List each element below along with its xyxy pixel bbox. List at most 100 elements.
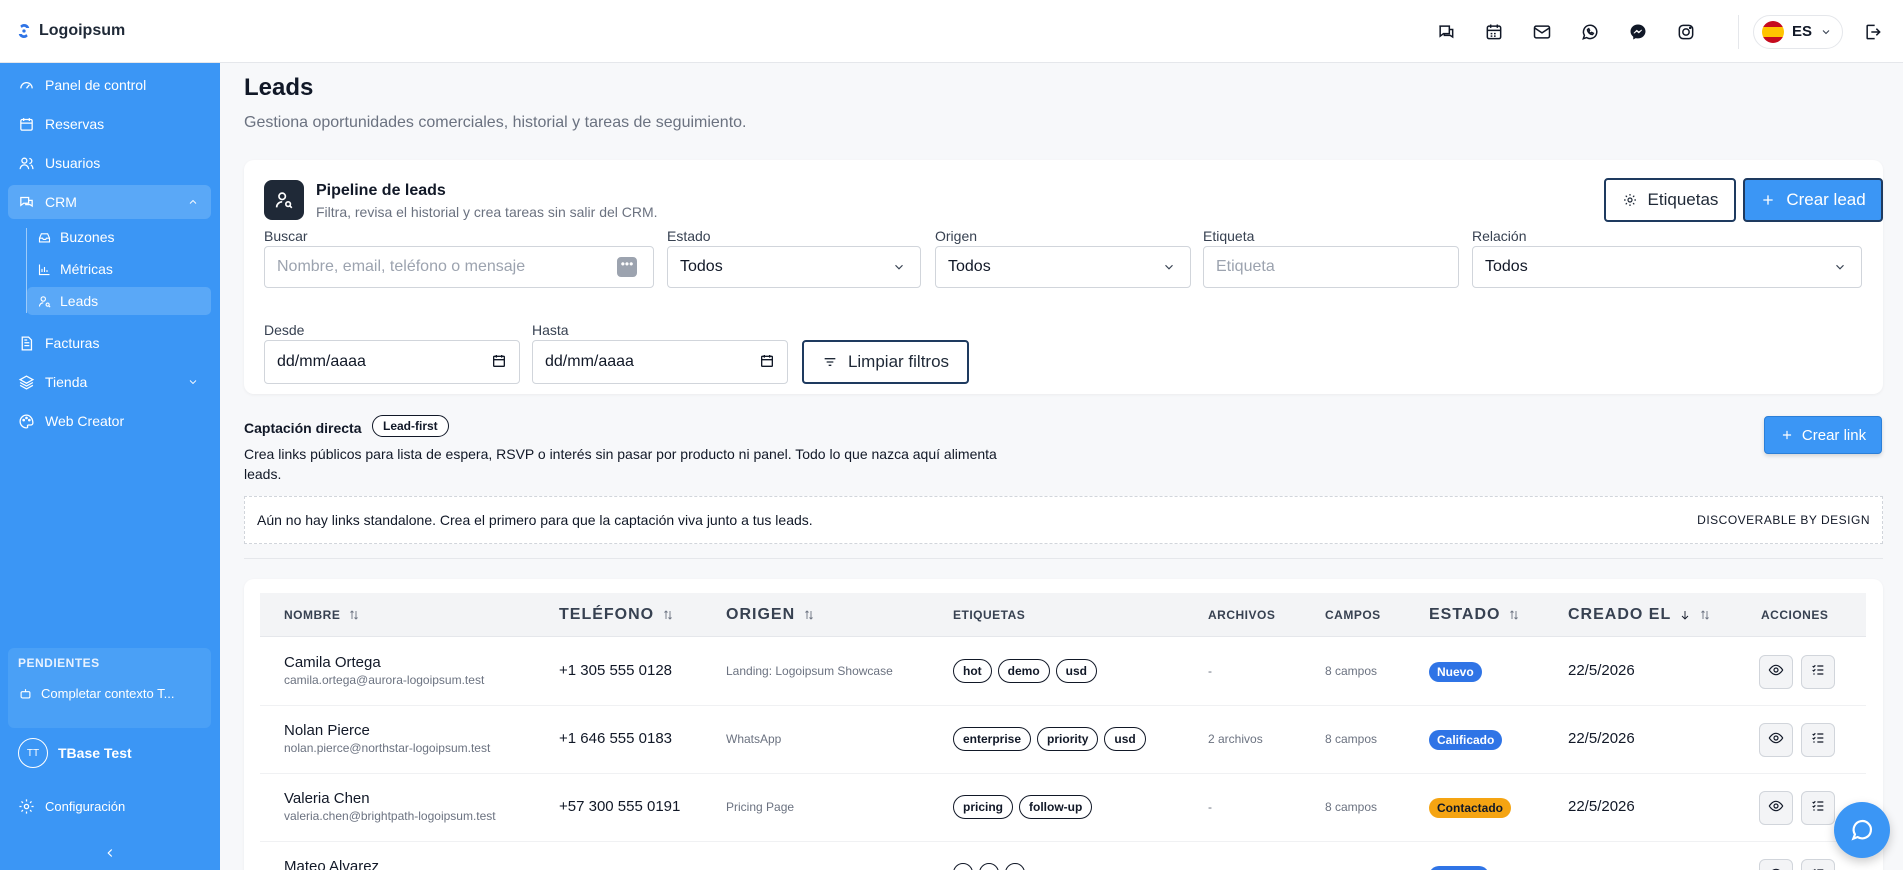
header-label: ARCHIVOS <box>1208 608 1276 622</box>
header-label: ACCIONES <box>1761 608 1829 622</box>
view-lead-button[interactable] <box>1759 655 1793 689</box>
whatsapp-icon[interactable] <box>1566 12 1614 52</box>
lead-name: Mateo Alvarez <box>284 858 380 870</box>
palette-icon <box>19 413 34 429</box>
pending-task-item[interactable]: Completar contexto T... <box>18 686 174 701</box>
collapse-sidebar-button[interactable] <box>100 843 120 863</box>
hasta-label: Hasta <box>532 322 569 338</box>
lead-name: Nolan Pierce <box>284 722 370 739</box>
tag-badge: hot <box>953 659 992 683</box>
tasks-lead-button[interactable] <box>1801 723 1835 757</box>
page-subtitle: Gestiona oportunidades comerciales, hist… <box>244 114 747 131</box>
table-row[interactable]: Mateo Alvarez <box>260 842 1866 870</box>
lead-email: nolan.pierce@northstar-logoipsum.test <box>284 741 491 755</box>
header-telefono[interactable]: TELÉFONO <box>559 593 674 637</box>
calendar-icon <box>20 117 33 131</box>
mail-icon[interactable] <box>1518 12 1566 52</box>
user-profile[interactable]: TT TBase Test <box>18 738 132 768</box>
top-actions: ES <box>1422 0 1903 63</box>
sidebar-subitem-metricas[interactable]: Métricas <box>27 255 211 283</box>
header-label: CREADO EL <box>1568 606 1672 623</box>
sidebar-item-crm[interactable]: CRM <box>8 185 211 219</box>
lead-name-cell[interactable]: Valeria Chen valeria.chen@brightpath-log… <box>284 790 496 823</box>
view-lead-button[interactable] <box>1759 791 1793 825</box>
header-nombre[interactable]: NOMBRE <box>284 593 360 637</box>
sidebar-subitem-leads[interactable]: Leads <box>27 287 211 315</box>
view-lead-button[interactable] <box>1759 723 1793 757</box>
top-bar: Logoipsum ES <box>0 0 1903 63</box>
create-link-button[interactable]: Crear link <box>1764 416 1882 454</box>
tag-badge: usd <box>1104 727 1146 751</box>
chevron-down-icon <box>1165 264 1173 270</box>
tag-badge: usd <box>1055 659 1098 683</box>
empty-state-text: Aún no hay links standalone. Crea el pri… <box>257 512 813 528</box>
sidebar-item-label: CRM <box>45 194 77 210</box>
hasta-value: dd/mm/aaaa <box>545 353 634 370</box>
tasks-lead-button[interactable] <box>1801 655 1835 689</box>
etiqueta-input[interactable]: Etiqueta <box>1203 246 1459 288</box>
estado-value: Todos <box>680 258 723 275</box>
sidebar-item-label: Tienda <box>45 374 88 390</box>
header-label: ORIGEN <box>726 606 796 623</box>
sidebar-item-tienda[interactable]: Tienda <box>8 365 211 399</box>
desde-date-input[interactable]: dd/mm/aaaa <box>264 340 520 384</box>
origen-select[interactable]: Todos <box>935 246 1191 288</box>
sidebar-item-configuracion[interactable]: Configuración <box>8 789 211 823</box>
page-title: Leads <box>244 74 314 101</box>
calendar-icon[interactable] <box>759 353 775 369</box>
brand-logo[interactable]: Logoipsum <box>15 22 125 40</box>
sidebar-item-label: Web Creator <box>45 413 125 429</box>
tasks-lead-button[interactable] <box>1801 791 1835 825</box>
header-origen[interactable]: ORIGEN <box>726 593 815 637</box>
tag-badge: demo <box>997 659 1050 683</box>
sidebar: Panel de control Reservas Usuarios CRM B… <box>0 63 220 870</box>
calendar-icon[interactable] <box>1470 12 1518 52</box>
lead-phone: +57 300 555 0191 <box>559 798 681 815</box>
header-creado[interactable]: CREADO EL <box>1568 593 1711 637</box>
header-estado[interactable]: ESTADO <box>1429 593 1520 637</box>
lead-name-cell[interactable]: Camila Ortega camila.ortega@aurora-logoi… <box>284 654 484 687</box>
sidebar-item-web-creator[interactable]: Web Creator <box>8 404 211 438</box>
tag-badge <box>979 863 999 870</box>
sidebar-item-facturas[interactable]: Facturas <box>8 326 211 360</box>
create-lead-button[interactable]: Crear lead <box>1743 178 1883 222</box>
empty-state-tag: DISCOVERABLE BY DESIGN <box>1697 513 1870 527</box>
calendar-icon[interactable] <box>491 353 507 369</box>
inbox-icon <box>38 232 51 242</box>
lead-name-cell[interactable]: Nolan Pierce nolan.pierce@northstar-logo… <box>284 722 490 755</box>
logout-icon[interactable] <box>1849 12 1897 52</box>
spain-flag-icon <box>1761 20 1784 43</box>
sidebar-subitem-buzones[interactable]: Buzones <box>27 223 211 251</box>
sidebar-item-panel[interactable]: Panel de control <box>8 68 211 102</box>
header-label: ETIQUETAS <box>953 608 1026 622</box>
desde-value: dd/mm/aaaa <box>277 353 366 370</box>
table-row[interactable]: Valeria Chen valeria.chen@brightpath-log… <box>260 774 1866 842</box>
pending-title: PENDIENTES <box>18 656 100 670</box>
more-icon[interactable]: ••• <box>617 257 637 277</box>
relacion-select[interactable]: Todos <box>1472 246 1862 288</box>
lead-name-cell[interactable]: Mateo Alvarez <box>284 858 379 870</box>
sort-icon <box>805 610 813 620</box>
language-selector[interactable]: ES <box>1752 14 1843 49</box>
chat-support-button[interactable] <box>1834 802 1890 858</box>
hasta-date-input[interactable]: dd/mm/aaaa <box>532 340 788 384</box>
lead-name: Camila Ortega <box>284 654 381 671</box>
search-input[interactable]: Nombre, email, teléfono o mensaje ••• <box>264 246 654 288</box>
instagram-icon[interactable] <box>1662 12 1710 52</box>
chat-icon[interactable] <box>1422 12 1470 52</box>
sidebar-item-reservas[interactable]: Reservas <box>8 107 211 141</box>
tags-button-label: Etiquetas <box>1647 190 1719 209</box>
tags-button[interactable]: Etiquetas <box>1604 178 1736 222</box>
estado-select[interactable]: Todos <box>667 246 921 288</box>
sidebar-item-label: Reservas <box>45 116 105 132</box>
tasks-lead-button[interactable] <box>1801 859 1835 870</box>
messenger-icon[interactable] <box>1614 12 1662 52</box>
crm-icon <box>20 196 33 207</box>
table-row[interactable]: Nolan Pierce nolan.pierce@northstar-logo… <box>260 706 1866 774</box>
view-lead-button[interactable] <box>1759 859 1793 870</box>
eye-icon <box>1768 866 1784 870</box>
clear-filters-button[interactable]: Limpiar filtros <box>802 340 969 384</box>
sidebar-item-usuarios[interactable]: Usuarios <box>8 146 211 180</box>
table-row[interactable]: Camila Ortega camila.ortega@aurora-logoi… <box>260 638 1866 706</box>
search-label: Buscar <box>264 228 308 244</box>
